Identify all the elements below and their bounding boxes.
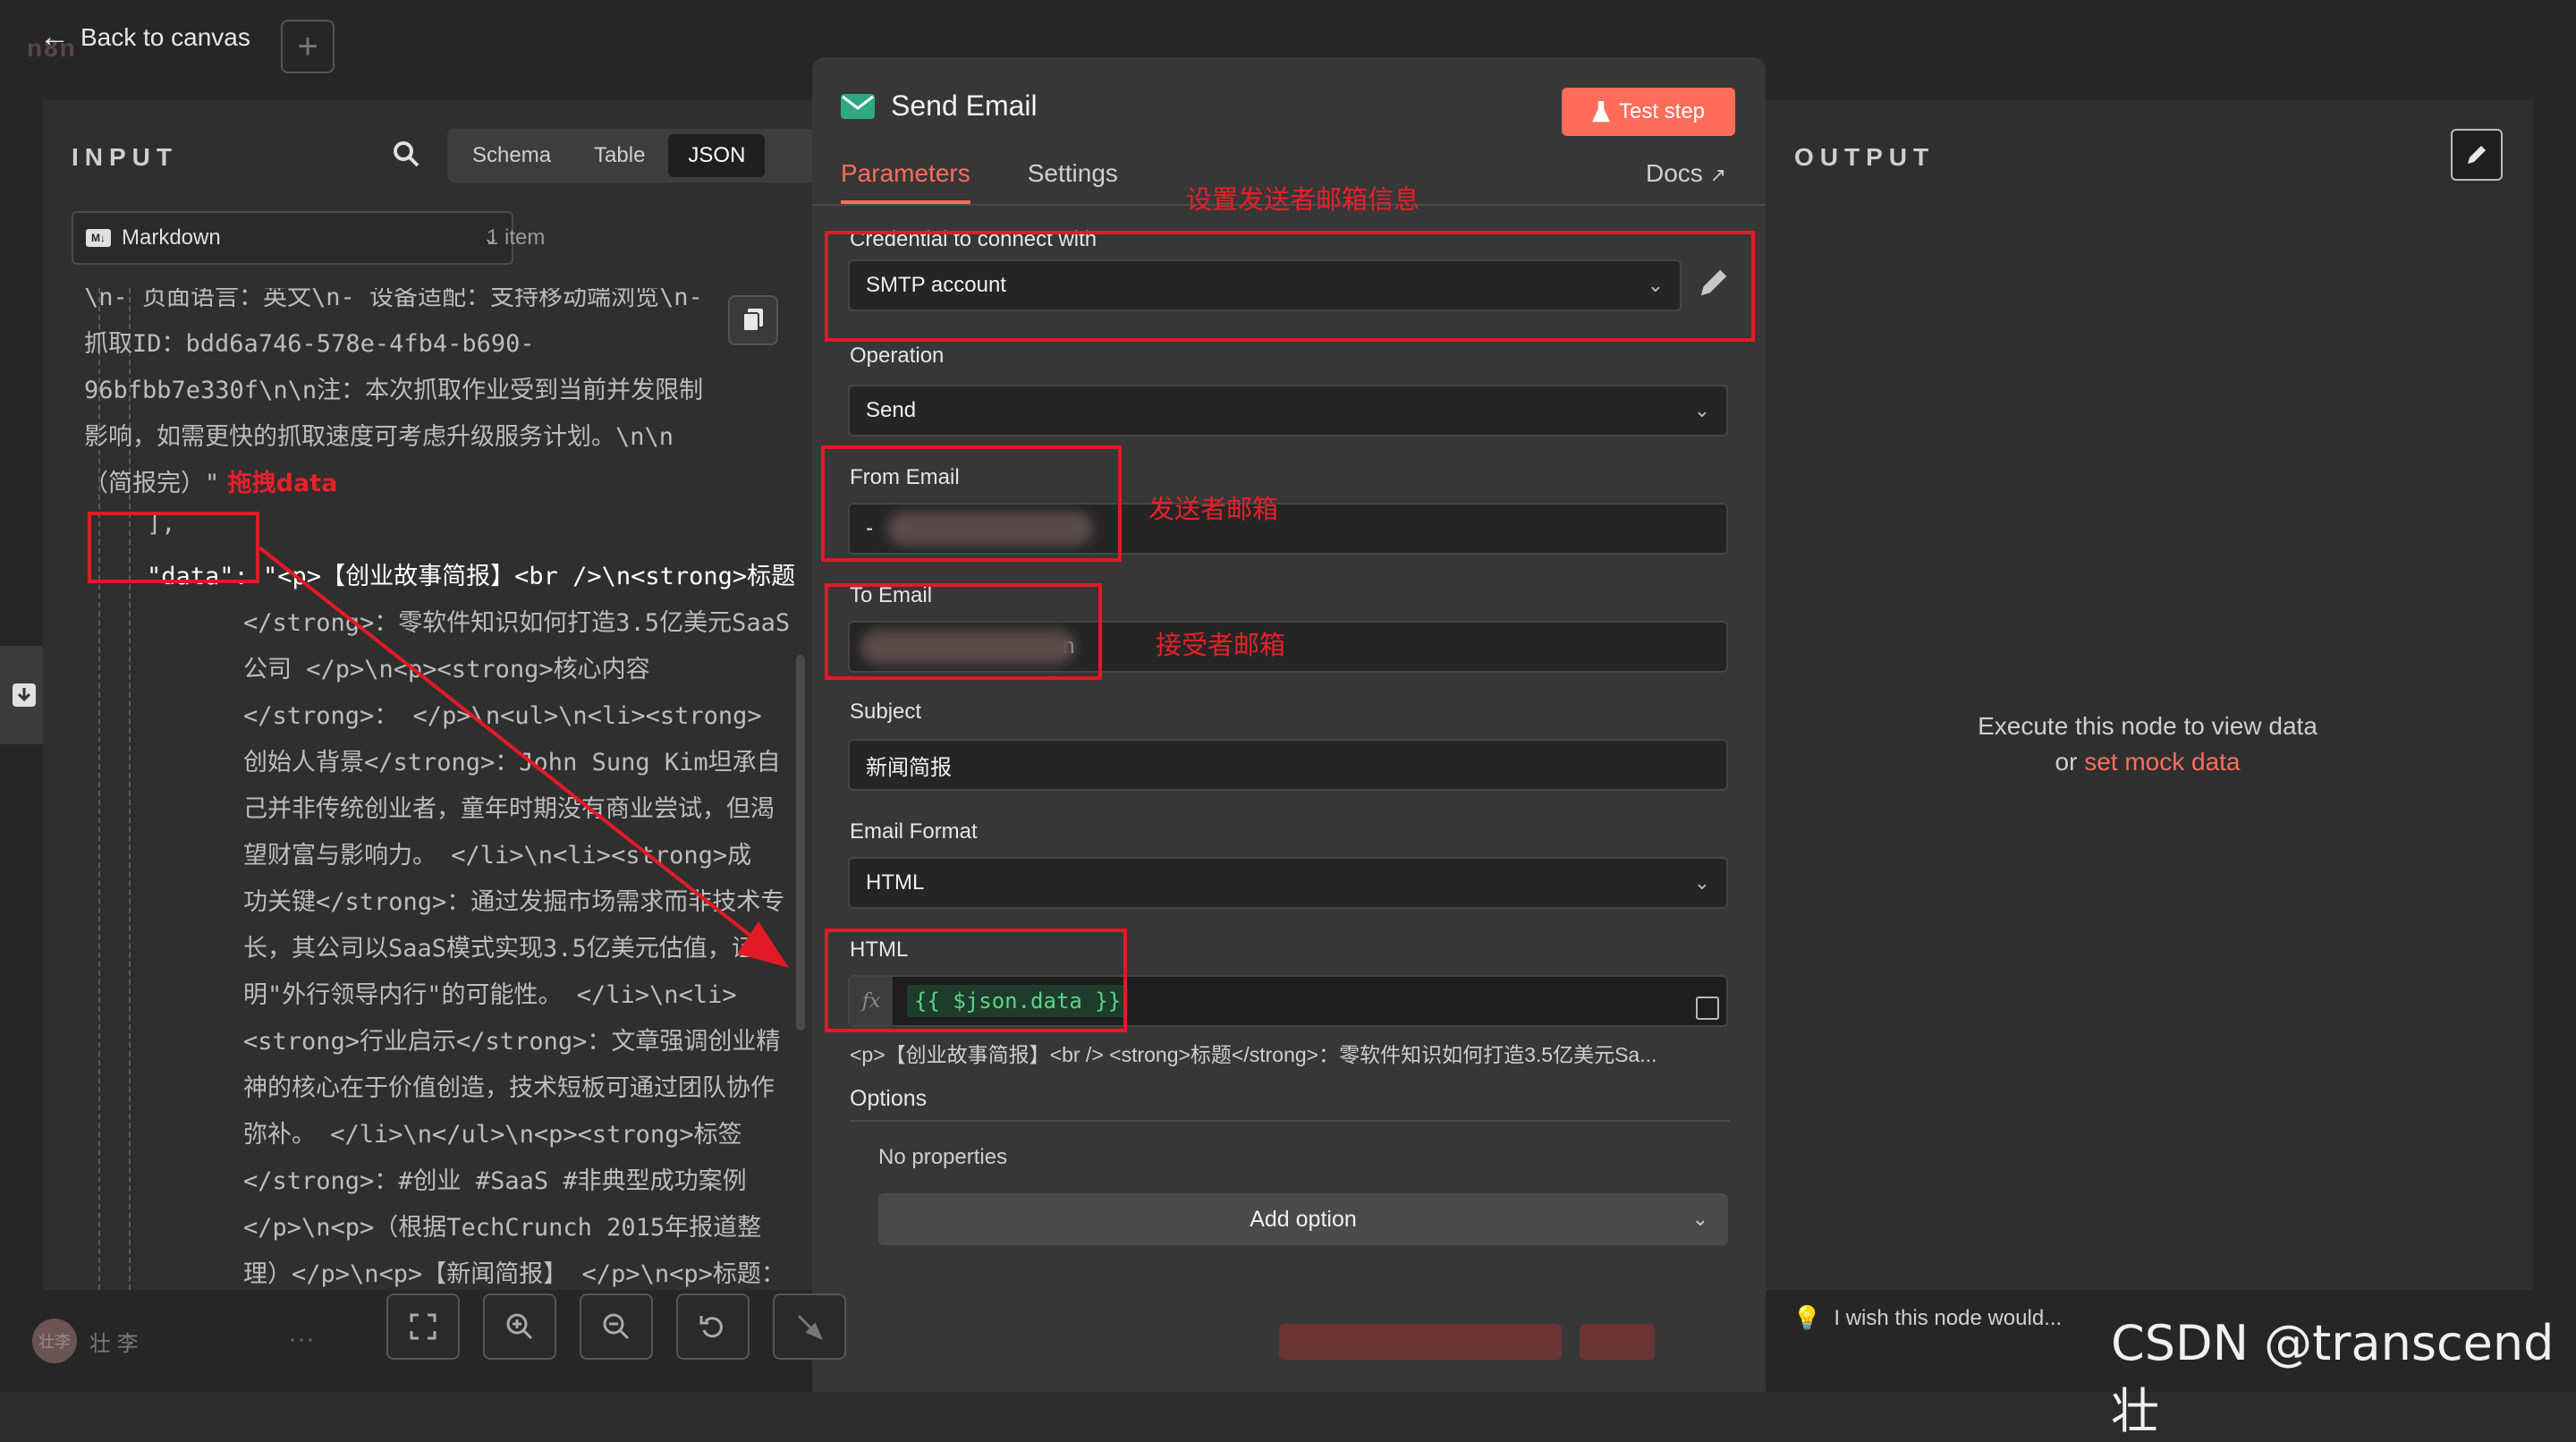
user-profile[interactable]: 壮李 壮 李 bbox=[32, 1319, 139, 1363]
more-options-icon[interactable]: ··· bbox=[288, 1324, 315, 1354]
zoom-out-button[interactable] bbox=[580, 1294, 653, 1360]
clean-button[interactable] bbox=[773, 1294, 846, 1360]
zoom-in-icon bbox=[506, 1313, 533, 1340]
zoom-in-button[interactable] bbox=[483, 1294, 556, 1360]
drag-arrow-line bbox=[258, 546, 782, 961]
undo-button[interactable] bbox=[676, 1294, 750, 1360]
broom-icon bbox=[797, 1314, 823, 1340]
undo-icon bbox=[699, 1316, 723, 1338]
watermark: CSDN @transcend壮 bbox=[2111, 1315, 2555, 1439]
delete-button-ghost[interactable] bbox=[1580, 1324, 1655, 1360]
drag-arrow-head bbox=[737, 921, 789, 968]
drag-arrow-overlay bbox=[258, 546, 789, 968]
execute-workflow-button-ghost[interactable] bbox=[1279, 1324, 1562, 1360]
fit-view-icon bbox=[410, 1313, 436, 1340]
avatar: 壮李 bbox=[32, 1319, 77, 1363]
user-name: 壮 李 bbox=[89, 1331, 139, 1356]
zoom-fit-button[interactable] bbox=[386, 1294, 460, 1360]
zoom-out-icon bbox=[603, 1313, 630, 1340]
